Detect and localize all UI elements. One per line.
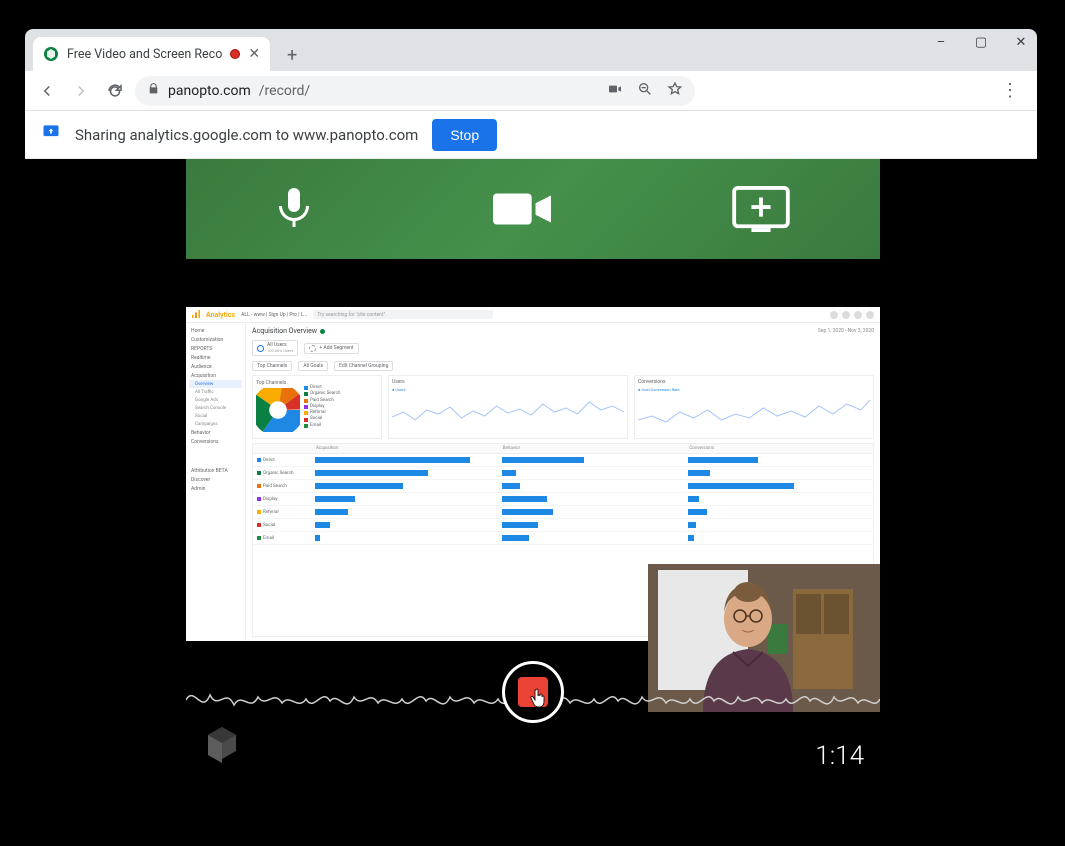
address-bar: panopto.com/record/ ⋮: [25, 71, 1037, 111]
segment-add[interactable]: + Add Segment: [304, 343, 358, 354]
new-tab-button[interactable]: +: [278, 41, 306, 69]
window-close-button[interactable]: ✕: [1011, 35, 1031, 50]
sidebar-item[interactable]: Admin: [189, 484, 242, 493]
url-domain: panopto.com: [168, 83, 251, 99]
tab-button[interactable]: All Goals: [298, 361, 328, 371]
analytics-date-range: Sep 1, 2020 - Nov 3, 2020: [818, 328, 874, 334]
top-channels-chart: Top Channels DirectOrgan: [252, 375, 382, 439]
sharing-message: Sharing analytics.google.com to www.pano…: [75, 126, 418, 144]
sidebar-item[interactable]: Conversions: [189, 437, 242, 446]
browser-tab[interactable]: Free Video and Screen Reco ✕: [33, 37, 270, 71]
panopto-logo-icon: [198, 721, 246, 773]
table-row[interactable]: Display: [253, 493, 873, 506]
nav-back-button[interactable]: [33, 77, 61, 105]
window-maximize-button[interactable]: ▢: [971, 35, 991, 50]
analytics-search-input[interactable]: Try searching for "site content": [313, 310, 493, 319]
sidebar-item[interactable]: Search Console: [189, 404, 242, 412]
table-row[interactable]: Social: [253, 519, 873, 532]
sidebar-item[interactable]: Acquisition: [189, 371, 242, 380]
sidebar-item[interactable]: Overview: [189, 380, 242, 388]
stop-recording-button[interactable]: [502, 661, 564, 723]
sidebar-item[interactable]: Discover: [189, 475, 242, 484]
sidebar-item[interactable]: Behavior: [189, 428, 242, 437]
lock-icon: [147, 82, 160, 99]
sidebar-item[interactable]: All Traffic: [189, 388, 242, 396]
tab-favicon: [43, 46, 59, 62]
tab-button[interactable]: Top Channels: [252, 361, 292, 371]
window-minimize-button[interactable]: –: [931, 35, 951, 50]
analytics-product-label: Analytics: [206, 311, 235, 319]
microphone-icon[interactable]: [276, 183, 312, 235]
recording-timer: 1:14: [815, 741, 864, 771]
sidebar-item[interactable]: Google Ads: [189, 396, 242, 404]
zoom-out-icon[interactable]: [637, 81, 653, 101]
sidebar-item[interactable]: Social: [189, 412, 242, 420]
browser-window: Free Video and Screen Reco ✕ + – ▢ ✕ pan…: [25, 29, 1037, 159]
sidebar-item[interactable]: Realtime: [189, 353, 242, 362]
table-row[interactable]: Email: [253, 532, 873, 545]
users-chart: Users ● Users: [388, 375, 628, 439]
video-camera-icon[interactable]: [493, 189, 551, 229]
table-row[interactable]: Direct: [253, 454, 873, 467]
url-field[interactable]: panopto.com/record/: [135, 76, 695, 106]
sidebar-item[interactable]: Audience: [189, 362, 242, 371]
window-controls: – ▢ ✕: [931, 35, 1031, 50]
analytics-logo-icon: [192, 310, 200, 320]
analytics-page-title: Acquisition Overview: [252, 327, 317, 335]
analytics-header-icons: [830, 311, 874, 319]
nav-forward-button[interactable]: [67, 77, 95, 105]
tab-close-button[interactable]: ✕: [248, 46, 260, 62]
sharing-infobar: Sharing analytics.google.com to www.pano…: [25, 111, 1037, 159]
sidebar-item[interactable]: Home: [189, 326, 242, 335]
analytics-account-label: ALL - www | Sign Up | Pro | L...: [241, 312, 307, 318]
bookmark-star-icon[interactable]: [667, 81, 683, 101]
browser-menu-button[interactable]: ⋮: [991, 80, 1029, 101]
recording-indicator-icon: [230, 49, 240, 59]
recorder-toolbar: [186, 159, 880, 259]
hand-cursor-icon: [529, 688, 549, 714]
sidebar-item[interactable]: Attribution BETA: [189, 466, 242, 475]
stop-sharing-button[interactable]: Stop: [432, 119, 497, 151]
add-screen-icon[interactable]: [732, 186, 790, 232]
camera-icon[interactable]: [607, 81, 623, 101]
analytics-sidebar: HomeCustomizationREPORTSRealtimeAudience…: [186, 323, 246, 641]
sidebar-item[interactable]: Campaigns: [189, 420, 242, 428]
tab-title: Free Video and Screen Reco: [67, 47, 222, 62]
tab-button[interactable]: Edit Channel Grouping: [334, 361, 393, 371]
nav-reload-button[interactable]: [101, 77, 129, 105]
recording-area: Analytics ALL - www | Sign Up | Pro | L.…: [25, 159, 1037, 819]
status-dot-icon: [320, 329, 325, 334]
analytics-header: Analytics ALL - www | Sign Up | Pro | L.…: [186, 307, 880, 323]
recording-inner: Analytics ALL - www | Sign Up | Pro | L.…: [186, 159, 880, 799]
sidebar-item[interactable]: REPORTS: [189, 344, 242, 353]
legend-item: Email: [304, 423, 340, 429]
browser-titlebar: Free Video and Screen Reco ✕ + – ▢ ✕: [25, 29, 1037, 71]
table-row[interactable]: Paid Search: [253, 480, 873, 493]
table-row[interactable]: Organic Search: [253, 467, 873, 480]
screenshare-icon: [41, 122, 61, 147]
segment-all-users[interactable]: All Users100.00% Users: [252, 340, 298, 356]
analytics-tab-buttons: Top Channels All Goals Edit Channel Groupi…: [252, 361, 874, 371]
sidebar-item[interactable]: Customization: [189, 335, 242, 344]
table-row[interactable]: Referral: [253, 506, 873, 519]
conversions-chart: Conversions ● Goal Conversion Rate: [634, 375, 874, 439]
url-path: /record/: [259, 83, 310, 99]
